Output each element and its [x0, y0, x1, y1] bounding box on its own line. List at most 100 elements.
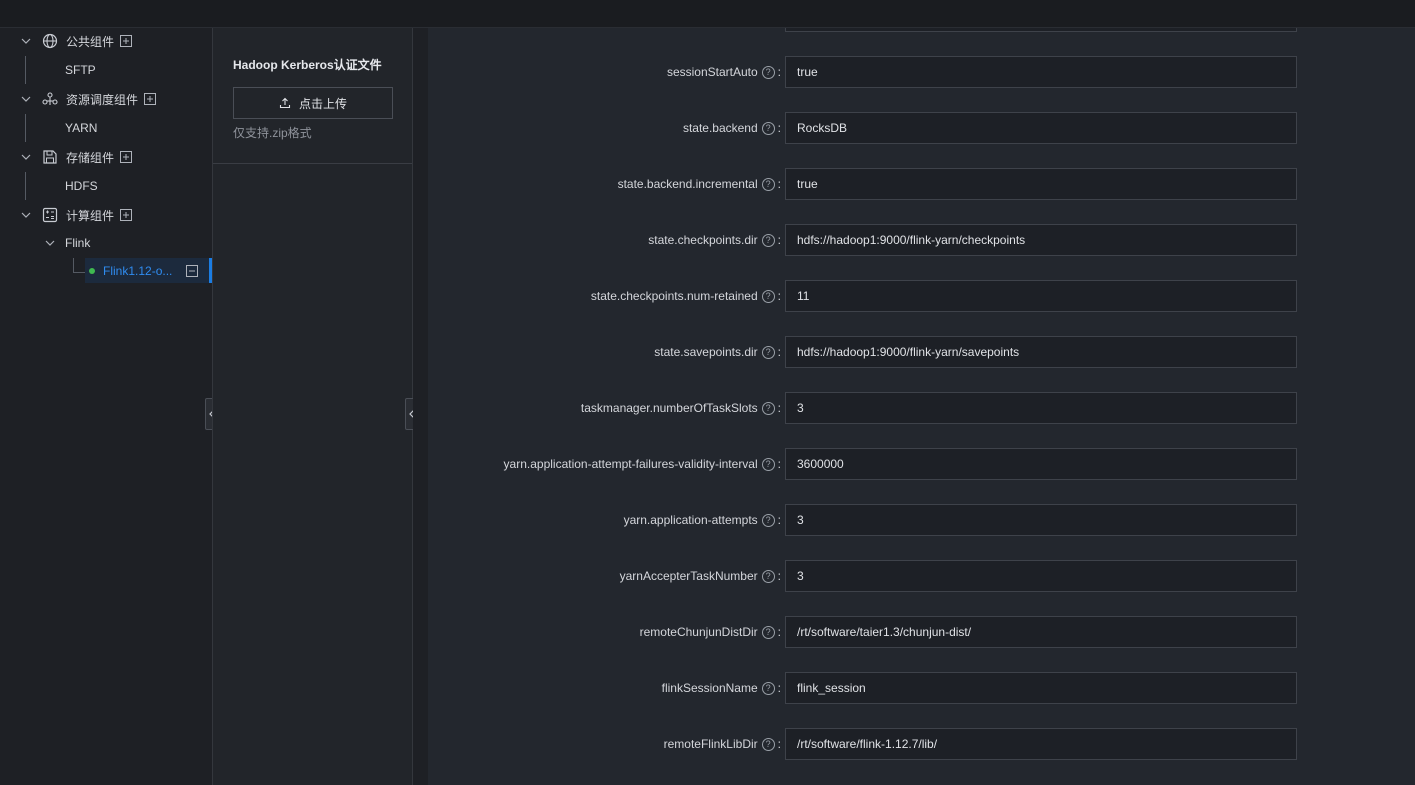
- form-label: remoteChunjunDistDir?:: [640, 616, 781, 648]
- form-row: state.savepoints.dir?:: [428, 336, 1415, 368]
- form-label: state.checkpoints.num-retained?:: [591, 280, 781, 312]
- chevron-down-icon[interactable]: [20, 151, 32, 163]
- help-icon[interactable]: ?: [761, 345, 775, 359]
- tree-group-label: 计算组件: [66, 208, 115, 223]
- form-row: yarn.application-attempts?:: [428, 504, 1415, 536]
- upload-icon: [279, 97, 291, 109]
- form-label-text: remoteFlinkLibDir: [663, 737, 758, 751]
- tree-connector: [73, 258, 74, 272]
- chevron-down-icon[interactable]: [20, 209, 32, 221]
- tree-leaf-hdfs[interactable]: HDFS: [65, 179, 98, 193]
- upload-hint: 仅支持.zip格式: [233, 126, 312, 140]
- form-row: state.checkpoints.num-retained?:: [428, 280, 1415, 312]
- help-icon[interactable]: ?: [761, 289, 775, 303]
- chevron-down-icon[interactable]: [20, 35, 32, 47]
- form-label: flinkSessionName?:: [662, 672, 781, 704]
- form-label: state.savepoints.dir?:: [654, 336, 781, 368]
- tree-group-compute[interactable]: 计算组件: [20, 202, 133, 228]
- form-label-colon: :: [777, 345, 781, 359]
- help-icon[interactable]: ?: [761, 625, 775, 639]
- form-input[interactable]: [785, 56, 1297, 88]
- tree-group-scheduling[interactable]: 资源调度组件: [20, 86, 157, 112]
- form-label-text: yarn.application-attempt-failures-validi…: [503, 457, 758, 471]
- form-input[interactable]: [785, 560, 1297, 592]
- help-icon[interactable]: ?: [761, 513, 775, 527]
- form-row: flinkSessionName?:: [428, 672, 1415, 704]
- form-label: yarn.application-attempts?:: [624, 504, 781, 536]
- status-dot: [89, 267, 95, 274]
- help-icon[interactable]: ?: [761, 681, 775, 695]
- form-label-text: flinkSessionName: [661, 681, 758, 695]
- form-input[interactable]: [785, 168, 1297, 200]
- form-row: remoteChunjunDistDir?:: [428, 616, 1415, 648]
- help-icon[interactable]: ?: [761, 737, 775, 751]
- form-label-colon: :: [777, 289, 781, 303]
- add-square-icon[interactable]: [144, 93, 157, 105]
- form-row: sessionStartAuto?:: [428, 56, 1415, 88]
- tree-group-public[interactable]: 公共组件: [20, 28, 133, 54]
- add-square-icon[interactable]: [120, 209, 133, 221]
- remove-square-icon[interactable]: [186, 264, 199, 277]
- form-input[interactable]: [785, 392, 1297, 424]
- form-label-colon: :: [777, 401, 781, 415]
- add-square-icon[interactable]: [120, 151, 133, 163]
- divider: [213, 163, 412, 164]
- form-label: yarnAccepterTaskNumber?:: [620, 560, 781, 592]
- tree-connector: [25, 114, 26, 142]
- form-label-colon: :: [777, 681, 781, 695]
- help-icon[interactable]: ?: [761, 121, 775, 135]
- form-input[interactable]: [785, 728, 1297, 760]
- tree-group-storage[interactable]: 存储组件: [20, 144, 133, 170]
- chevron-down-icon[interactable]: [20, 93, 32, 105]
- form-input[interactable]: [785, 672, 1297, 704]
- chevron-down-icon[interactable]: [44, 237, 56, 249]
- tree-node-selected[interactable]: Flink1.12-o...: [85, 258, 212, 283]
- form-label-text: state.checkpoints.num-retained: [590, 289, 758, 303]
- form-input[interactable]: [785, 616, 1297, 648]
- tree-connector: [73, 272, 85, 273]
- tree-group-label: 公共组件: [66, 34, 115, 49]
- help-icon[interactable]: ?: [761, 177, 775, 191]
- component-tree: 公共组件 SFTP 资源调度组件 YARN 存储组件 HDFS 计算组件 Fli…: [0, 28, 212, 785]
- form-label: yarn.application-attempt-failures-validi…: [504, 448, 781, 480]
- form-label-text: taskmanager.numberOfTaskSlots: [580, 401, 758, 415]
- help-icon[interactable]: ?: [761, 457, 775, 471]
- form-label-text: remoteChunjunDistDir: [639, 625, 758, 639]
- tree-group-label: 资源调度组件: [66, 92, 139, 107]
- tree-node-label: Flink1.12-o...: [103, 263, 173, 278]
- form-label-text: state.backend: [682, 121, 758, 135]
- form-label-colon: :: [777, 625, 781, 639]
- upload-button[interactable]: 点击上传: [233, 87, 393, 119]
- form-label-colon: :: [777, 233, 781, 247]
- form-input[interactable]: [785, 448, 1297, 480]
- form-row: taskmanager.numberOfTaskSlots?:: [428, 392, 1415, 424]
- help-icon[interactable]: ?: [761, 401, 775, 415]
- form-input-partial[interactable]: [785, 28, 1297, 32]
- form-label-text: state.savepoints.dir: [654, 345, 758, 359]
- tree-connector: [25, 56, 26, 84]
- help-icon[interactable]: ?: [761, 233, 775, 247]
- form-input[interactable]: [785, 280, 1297, 312]
- help-icon[interactable]: ?: [761, 65, 775, 79]
- form-input[interactable]: [785, 504, 1297, 536]
- tree-leaf-sftp[interactable]: SFTP: [65, 63, 96, 77]
- form-label: state.backend?:: [683, 112, 781, 144]
- tree-subgroup-flink[interactable]: Flink: [44, 230, 90, 256]
- add-square-icon[interactable]: [120, 35, 133, 47]
- form-input[interactable]: [785, 112, 1297, 144]
- form-label-text: yarnAccepterTaskNumber: [619, 569, 758, 583]
- panel-gap: [413, 28, 428, 785]
- tree-leaf-yarn[interactable]: YARN: [65, 121, 97, 135]
- form-label-colon: :: [777, 513, 781, 527]
- help-icon[interactable]: ?: [761, 569, 775, 583]
- form-row: state.checkpoints.dir?:: [428, 224, 1415, 256]
- top-bar: [0, 0, 1415, 28]
- form-label: taskmanager.numberOfTaskSlots?:: [581, 392, 781, 424]
- form-input[interactable]: [785, 336, 1297, 368]
- form-label-colon: :: [777, 177, 781, 191]
- form-input[interactable]: [785, 224, 1297, 256]
- form-label-text: state.checkpoints.dir: [648, 233, 758, 247]
- globe-icon: [42, 33, 58, 49]
- upload-title: Hadoop Kerberos认证文件: [233, 58, 382, 72]
- upload-panel: Hadoop Kerberos认证文件 点击上传 仅支持.zip格式: [212, 28, 413, 785]
